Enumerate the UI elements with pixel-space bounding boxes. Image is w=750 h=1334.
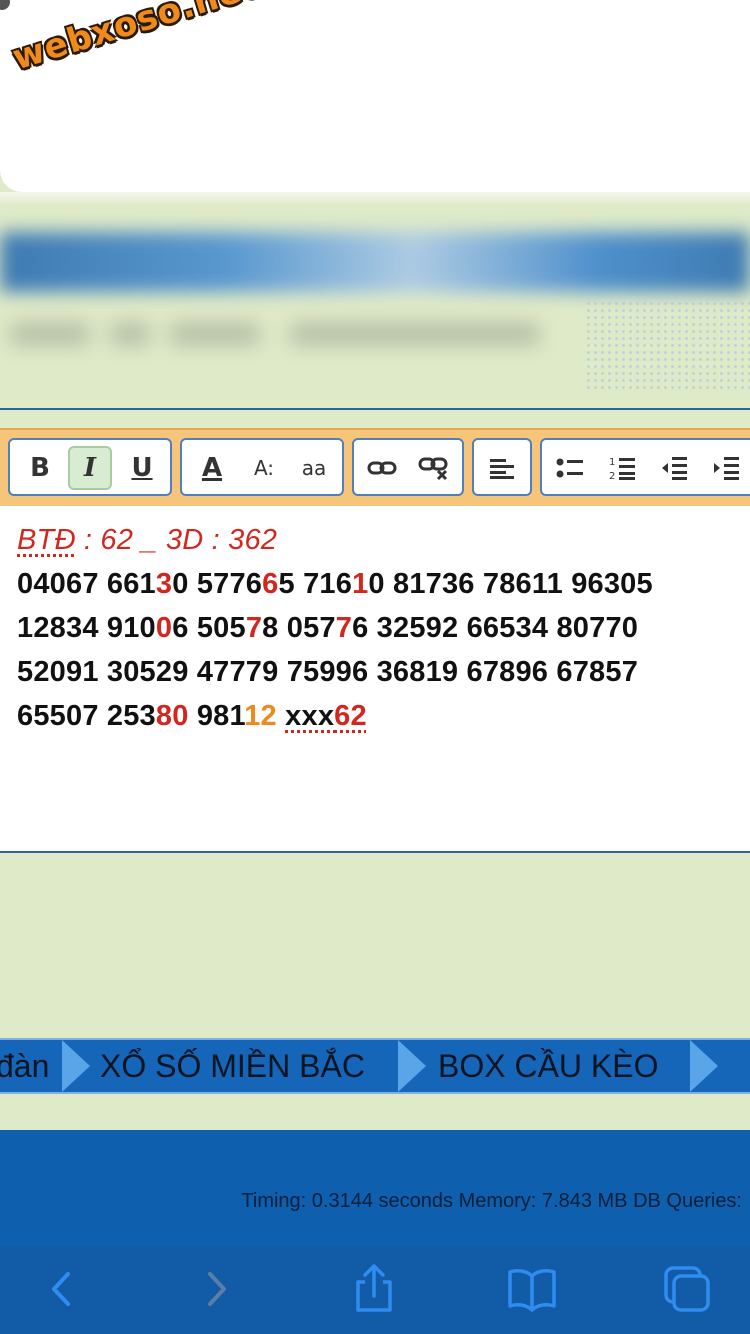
line4-text-c: 981 [188, 700, 245, 732]
site-header: webxoso.net [0, 0, 750, 206]
font-size-icon: A: [253, 456, 275, 480]
nav-arrow-icon [690, 1040, 718, 1092]
forward-icon[interactable] [188, 1264, 244, 1314]
line1-text-e: 5 716 [278, 568, 353, 600]
line4-space [277, 700, 285, 732]
align-left-icon [490, 459, 514, 479]
line4-highlight-62: 62 [334, 700, 367, 732]
editor-toolbar: B I U A A: aa 1 2 [0, 428, 750, 508]
underline-button[interactable]: U [120, 446, 164, 490]
line4-xxx: xxx [285, 700, 335, 732]
tabs-icon[interactable] [660, 1264, 716, 1314]
bold-icon: B [30, 453, 50, 483]
editor-header-line: BTĐ : 62 _ 3D : 362 [17, 524, 277, 557]
post-editor[interactable]: BTĐ : 62 _ 3D : 362 04067 66130 577665 7… [0, 506, 750, 853]
numbered-list-button[interactable]: 1 2 [600, 446, 644, 490]
link-button[interactable] [360, 446, 404, 490]
nav-item-box-cau-keo[interactable]: BOX CẦU KÈO [438, 1048, 659, 1085]
editor-line-2: 12834 91006 50578 05776 32592 66534 8077… [17, 612, 638, 645]
site-footer: Timing: 0.3144 seconds Memory: 7.843 MB … [0, 1130, 750, 1246]
bold-button[interactable]: B [18, 446, 62, 490]
underline-icon: U [131, 453, 153, 483]
line2-text-a: 12834 910 [17, 612, 156, 644]
header-values: : 62 _ 3D : 362 [75, 524, 278, 556]
numbered-list-icon: 1 2 [609, 457, 635, 481]
back-icon[interactable] [34, 1264, 90, 1314]
toolbar-group-font: A A: aa [180, 438, 344, 496]
divider-line [0, 408, 750, 410]
blurred-title [0, 305, 590, 365]
line1-highlight-d: 6 [262, 568, 279, 600]
svg-text:1: 1 [609, 457, 615, 468]
blurred-banner [0, 232, 750, 292]
line1-highlight-f: 1 [352, 568, 369, 600]
unlink-icon [418, 457, 448, 481]
line2-highlight-f: 7 [335, 612, 353, 644]
line2-text-c: 6 505 [172, 612, 246, 644]
line4-highlight-red: 80 [155, 700, 189, 732]
italic-icon: I [83, 453, 97, 483]
nav-arrow-icon [62, 1040, 90, 1092]
indent-button[interactable] [704, 446, 748, 490]
blurred-pattern [585, 300, 750, 390]
font-size-button[interactable]: A: [242, 446, 286, 490]
line1-text-c: 0 5776 [172, 568, 263, 600]
editor-line-1: 04067 66130 577665 71610 81736 78611 963… [17, 568, 653, 601]
nav-item-xo-so-mien-bac[interactable]: XỔ SỐ MIỀN BẮC [100, 1048, 365, 1085]
browser-toolbar [0, 1246, 750, 1334]
toolbar-group-align [472, 438, 532, 496]
bookmarks-icon[interactable] [504, 1264, 560, 1314]
toolbar-group-text-style: B I U [8, 438, 172, 496]
unlink-button[interactable] [412, 446, 456, 490]
toolbar-group-link [352, 438, 464, 496]
share-icon[interactable] [346, 1264, 402, 1314]
font-family-button[interactable]: aa [292, 446, 336, 490]
outdent-icon [662, 457, 687, 480]
editor-line-4: 65507 25380 98112 xxx62 [17, 700, 367, 733]
indent-icon [714, 457, 739, 480]
line4-highlight-orange: 12 [244, 700, 277, 732]
line2-highlight-d: 7 [245, 612, 263, 644]
italic-button[interactable]: I [68, 446, 112, 490]
svg-text:2: 2 [609, 471, 615, 481]
bullet-list-icon [556, 458, 583, 478]
font-color-button[interactable]: A [190, 446, 234, 490]
font-color-icon: A [201, 453, 223, 483]
nav-arrow-icon [398, 1040, 426, 1092]
line2-highlight-b: 0 [155, 612, 173, 644]
corner-mark [0, 0, 10, 10]
nav-item-dan[interactable]: đàn [0, 1048, 49, 1085]
site-logo[interactable]: webxoso.net [8, 0, 264, 78]
align-left-button[interactable] [480, 446, 524, 490]
line4-text-a: 65507 253 [17, 700, 156, 732]
line4-spellcheck-word: xxx62 [285, 700, 367, 732]
toolbar-group-list: 1 2 [540, 438, 750, 496]
font-family-icon: aa [301, 456, 327, 480]
line2-text-e: 8 057 [262, 612, 336, 644]
line2-text-g: 6 32592 66534 80770 [352, 612, 639, 644]
outdent-button[interactable] [652, 446, 696, 490]
link-icon [367, 461, 397, 475]
editor-line-3: 52091 30529 47779 75996 36819 67896 6785… [17, 656, 639, 688]
line1-text-a: 04067 661 [17, 568, 156, 600]
category-nav: đàn XỔ SỐ MIỀN BẮC BOX CẦU KÈO [0, 1038, 750, 1094]
line1-text-g: 0 81736 78611 96305 [368, 568, 653, 600]
line1-highlight-b: 3 [155, 568, 173, 600]
timing-info: Timing: 0.3144 seconds Memory: 7.843 MB … [241, 1190, 742, 1212]
btd-label: BTĐ [17, 524, 76, 556]
bullet-list-button[interactable] [548, 446, 592, 490]
